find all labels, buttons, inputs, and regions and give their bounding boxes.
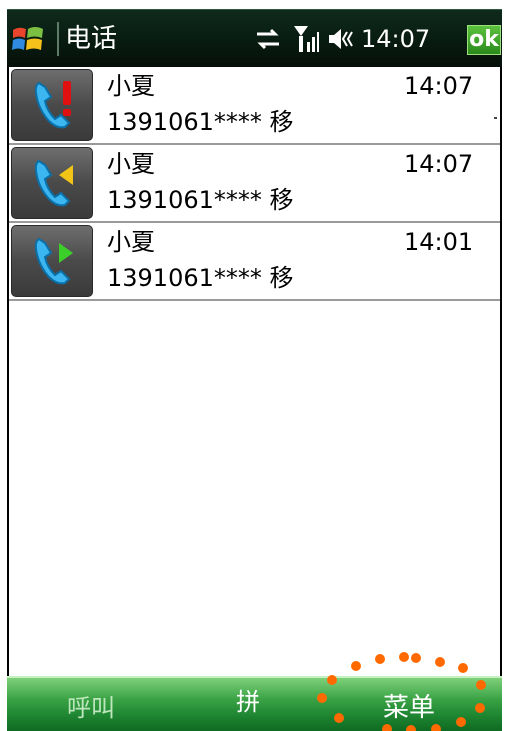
title-separator — [57, 22, 59, 56]
ok-button[interactable]: ok — [467, 25, 501, 55]
call-history-list[interactable]: 小夏 1391061**** 移 14:07 小夏 1391061**** 移 … — [7, 67, 502, 676]
signal-strength-icon[interactable] — [293, 24, 319, 54]
contact-number: 1391061**** 移 — [107, 186, 294, 214]
status-clock[interactable]: 14:07 — [361, 22, 430, 56]
call-soft-key[interactable]: 呼叫 — [67, 692, 115, 724]
volume-muted-icon[interactable] — [327, 26, 355, 52]
menu-soft-key[interactable]: 菜单 — [383, 692, 435, 724]
input-method-soft-key[interactable]: 拼 — [236, 686, 260, 718]
soft-key-bar: 呼叫 拼 菜单 — [7, 676, 502, 731]
call-log-row-outgoing[interactable]: 小夏 1391061**** 移 14:01 — [9, 223, 500, 301]
call-log-row-missed[interactable]: 小夏 1391061**** 移 14:07 — [9, 67, 500, 145]
title-bar: 电话 14:07 ok — [7, 9, 502, 67]
contact-name: 小夏 — [107, 72, 155, 100]
call-time: 14:07 — [404, 150, 474, 178]
call-type-button[interactable] — [11, 147, 93, 219]
app-title: 电话 — [65, 24, 118, 54]
outgoing-call-icon — [34, 237, 73, 285]
missed-call-icon — [34, 81, 71, 129]
windows-start-icon[interactable] — [11, 22, 45, 56]
call-type-button[interactable] — [11, 69, 93, 141]
call-type-button[interactable] — [11, 225, 93, 297]
contact-number: 1391061**** 移 — [107, 108, 294, 136]
call-log-row-incoming[interactable]: 小夏 1391061**** 移 14:07 — [9, 145, 500, 223]
call-time: 14:01 — [404, 228, 474, 256]
incoming-call-icon — [34, 159, 73, 207]
sync-arrows-icon[interactable] — [255, 28, 281, 50]
contact-name: 小夏 — [107, 228, 155, 256]
contact-number: 1391061**** 移 — [107, 264, 294, 292]
scroll-tick — [494, 117, 497, 119]
call-time: 14:07 — [404, 72, 474, 100]
contact-name: 小夏 — [107, 150, 155, 178]
